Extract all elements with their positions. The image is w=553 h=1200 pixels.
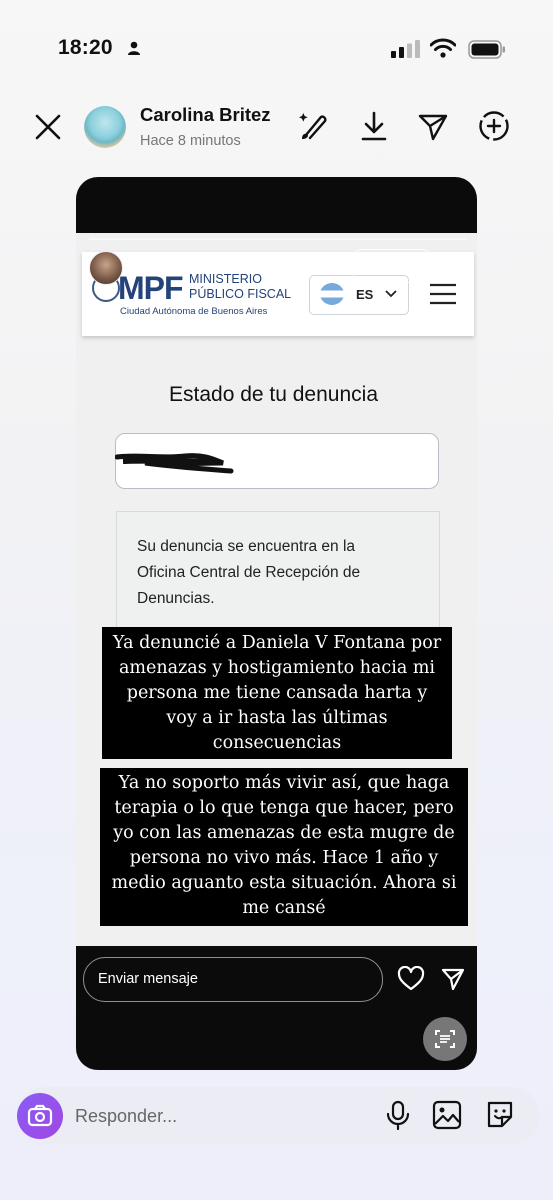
progress-bar <box>89 238 467 240</box>
reply-input[interactable]: Responder... <box>75 1106 177 1127</box>
download-icon[interactable] <box>356 108 392 144</box>
text-scan-button[interactable] <box>423 1017 467 1061</box>
mpf-title-line1: MINISTERIO <box>189 272 262 286</box>
menu-icon[interactable] <box>429 283 457 305</box>
follow-button[interactable]: Seguir <box>353 249 431 283</box>
person-icon <box>128 41 140 55</box>
mpf-logo: MPF <box>118 270 184 306</box>
caption-line: yo con las amenazas de esta mugre de <box>113 823 455 843</box>
language-label: ES <box>356 287 374 302</box>
send-icon[interactable] <box>415 108 451 144</box>
gallery-icon[interactable] <box>431 1099 463 1131</box>
mpf-subtitle: Ciudad Autónoma de Buenos Aires <box>120 306 268 317</box>
caption-line: Ya no soporto más vivir así, que haga <box>118 773 450 793</box>
microphone-icon[interactable] <box>382 1099 414 1131</box>
story-caption-1: Ya denuncié a Daniela V Fontana por amen… <box>102 627 452 759</box>
info-line: Su denuncia se encuentra en la <box>137 538 356 555</box>
camera-icon <box>27 1104 53 1127</box>
caption-line: voy a ir hasta las últimas <box>166 708 388 728</box>
caption-line: persona me tiene cansada harta y <box>126 683 428 703</box>
info-line: Oficina Central de Recepción de <box>137 564 361 581</box>
chevron-down-icon <box>385 290 397 298</box>
send-message-icon[interactable] <box>440 966 466 992</box>
caption-line: Ya denuncié a Daniela V Fontana por <box>112 633 442 653</box>
avatar[interactable] <box>84 106 126 148</box>
caption-line: me cansé <box>242 898 326 918</box>
info-line: Denuncias. <box>137 590 215 607</box>
argentina-flag-icon <box>320 283 344 305</box>
caption-line: consecuencias <box>212 733 342 753</box>
more-options-icon[interactable] <box>453 256 459 276</box>
reposted-time: 12 min <box>293 258 333 273</box>
brush-effects-icon[interactable] <box>296 108 332 144</box>
message-placeholder[interactable]: Enviar mensaje <box>98 971 198 987</box>
mpf-title-line2: PÚBLICO FISCAL <box>189 287 292 301</box>
reposted-user-avatar[interactable] <box>89 251 123 285</box>
sticker-icon[interactable] <box>484 1099 516 1131</box>
verified-badge-icon <box>270 258 284 272</box>
user-name[interactable]: Carolina Britez <box>140 104 271 126</box>
scan-icon <box>435 1030 455 1048</box>
reposted-user-name[interactable]: cinthia_fernand... <box>130 257 246 273</box>
add-to-story-icon[interactable] <box>476 108 512 144</box>
battery-icon <box>468 40 505 59</box>
redaction-scribble <box>115 453 234 474</box>
cellular-signal-icon <box>391 40 420 58</box>
caption-line: medio aguanto esta situación. Ahora si <box>111 873 457 893</box>
posted-time: Hace 8 minutos <box>140 133 241 149</box>
caption-line: amenazas y hostigamiento hacia mi <box>118 658 436 678</box>
status-time: 18:20 <box>58 36 113 59</box>
caption-line: persona no vivo más. Hace 1 año y <box>129 848 439 868</box>
wifi-icon <box>430 38 456 58</box>
camera-button[interactable] <box>17 1093 63 1139</box>
close-icon[interactable] <box>33 112 63 142</box>
story-caption-2: Ya no soporto más vivir así, que haga te… <box>100 768 468 926</box>
page-title: Estado de tu denuncia <box>169 383 378 406</box>
heart-icon[interactable] <box>397 966 425 992</box>
caption-line: terapia o lo que tenga que hacer, pero <box>114 798 454 818</box>
